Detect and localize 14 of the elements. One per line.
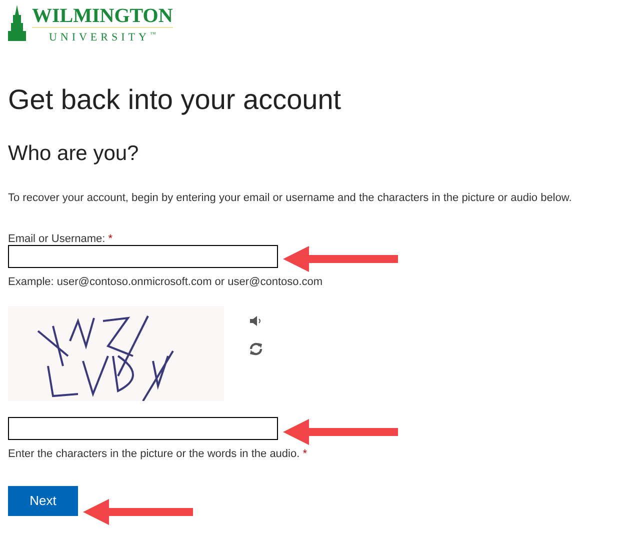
captcha-field[interactable] bbox=[8, 416, 278, 440]
logo-name: WILMINGTON bbox=[32, 5, 173, 28]
refresh-icon[interactable] bbox=[249, 342, 263, 356]
instructions: To recover your account, begin by entering your email or username and the characters in the picture or audio below. bbox=[8, 192, 573, 204]
tower-icon bbox=[8, 5, 26, 41]
next-button[interactable]: Next bbox=[8, 486, 78, 516]
field-label: Email or Username: * bbox=[8, 232, 114, 245]
speaker-icon[interactable] bbox=[249, 314, 263, 328]
field-hint: Example: user@contoso.onmicrosoft.com or user@contoso.com bbox=[8, 276, 324, 288]
page-subtitle: Who are you? bbox=[8, 140, 140, 167]
field-label: Enter the characters in the picture or the words in the audio. * bbox=[8, 448, 308, 460]
page-title: Get back into your account bbox=[8, 82, 342, 117]
logo-subtitle: UNIVERSITY$^{™}$ bbox=[48, 30, 156, 45]
email-field[interactable] bbox=[8, 244, 278, 268]
